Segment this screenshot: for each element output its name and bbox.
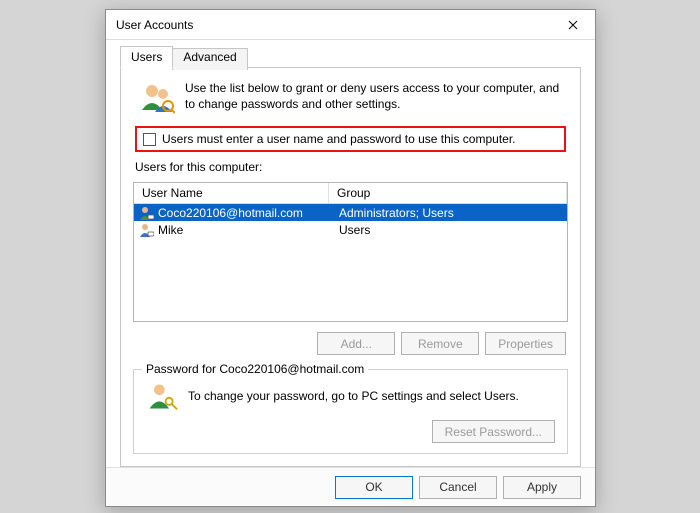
cancel-button[interactable]: Cancel xyxy=(419,476,497,499)
column-username[interactable]: User Name xyxy=(134,183,329,203)
tab-advanced[interactable]: Advanced xyxy=(172,48,247,70)
password-group: Password for Coco220106@hotmail.com To c… xyxy=(133,369,568,454)
users-panel: Use the list below to grant or deny user… xyxy=(120,68,581,467)
add-button[interactable]: Add... xyxy=(317,332,395,355)
cell-username: Mike xyxy=(158,223,183,237)
column-group[interactable]: Group xyxy=(329,183,567,203)
dialog-footer: OK Cancel Apply xyxy=(106,467,595,506)
user-icon xyxy=(138,222,154,238)
list-header: User Name Group xyxy=(134,183,567,204)
cell-group: Administrators; Users xyxy=(339,206,454,220)
require-login-highlight: Users must enter a user name and passwor… xyxy=(135,126,566,152)
titlebar: User Accounts xyxy=(106,10,595,40)
apply-button[interactable]: Apply xyxy=(503,476,581,499)
ok-button[interactable]: OK xyxy=(335,476,413,499)
close-button[interactable] xyxy=(550,10,595,39)
client-area: Users Advanced Use the list below to gra… xyxy=(106,40,595,467)
password-group-label: Password for Coco220106@hotmail.com xyxy=(142,362,368,376)
remove-button[interactable]: Remove xyxy=(401,332,479,355)
user-key-icon xyxy=(146,380,178,412)
password-text: To change your password, go to PC settin… xyxy=(188,389,555,403)
tab-users[interactable]: Users xyxy=(120,46,173,68)
properties-button[interactable]: Properties xyxy=(485,332,566,355)
table-row[interactable]: Coco220106@hotmail.com Administrators; U… xyxy=(134,204,567,221)
list-label: Users for this computer: xyxy=(133,160,568,174)
tabstrip: Users Advanced xyxy=(120,46,581,68)
reset-password-button[interactable]: Reset Password... xyxy=(432,420,555,443)
list-buttons: Add... Remove Properties xyxy=(133,330,568,355)
table-row[interactable]: Mike Users xyxy=(134,221,567,238)
intro-row: Use the list below to grant or deny user… xyxy=(133,78,568,118)
require-login-label: Users must enter a user name and passwor… xyxy=(162,132,516,146)
cell-group: Users xyxy=(339,223,370,237)
window-title: User Accounts xyxy=(116,18,550,32)
intro-text: Use the list below to grant or deny user… xyxy=(185,80,562,112)
users-listview[interactable]: User Name Group Coco220106@hotmail.com A… xyxy=(133,182,568,322)
user-icon xyxy=(138,205,154,221)
close-icon xyxy=(568,20,578,30)
require-login-checkbox[interactable] xyxy=(143,133,156,146)
user-accounts-dialog: User Accounts Users Advanced Use the lis… xyxy=(105,9,596,507)
cell-username: Coco220106@hotmail.com xyxy=(158,206,303,220)
list-body: Coco220106@hotmail.com Administrators; U… xyxy=(134,204,567,321)
users-icon xyxy=(139,80,175,116)
